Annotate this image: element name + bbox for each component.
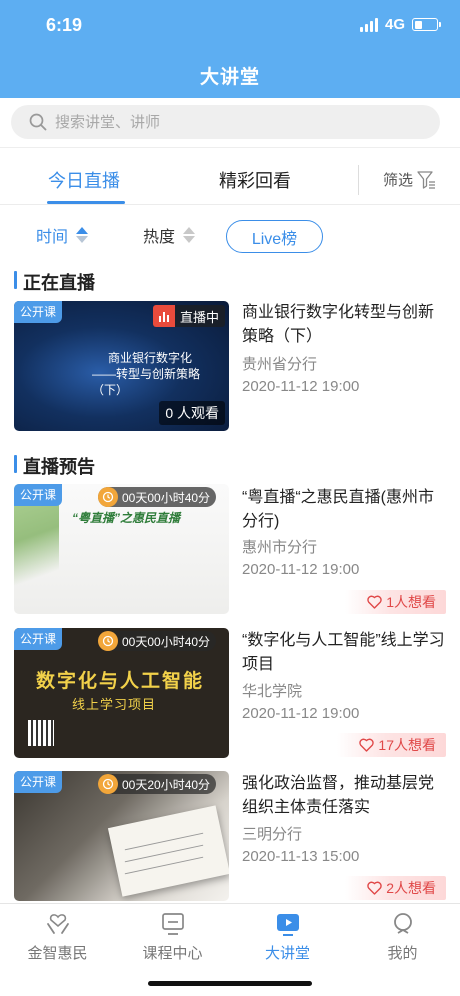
upcoming-course-card[interactable]: “粤直播”之惠民直播 公开课 00天00小时40分 “粤直播“之惠民直播(惠州市… bbox=[14, 484, 446, 616]
section-title-live-now: 正在直播 bbox=[14, 269, 95, 295]
public-course-badge: 公开课 bbox=[14, 628, 63, 650]
sort-time-label: 时间 bbox=[36, 229, 69, 246]
page-title: 大讲堂 bbox=[199, 67, 260, 88]
upcoming-course-card[interactable]: 公开课 00天20小时40分 强化政治监督，推动基层党组织主体责任落实 三明分行… bbox=[14, 771, 446, 903]
battery-icon bbox=[412, 18, 441, 31]
course-title: 强化政治监督，推动基层党组织主体责任落实 bbox=[242, 775, 435, 816]
countdown-badge: 00天00小时40分 bbox=[98, 631, 217, 651]
public-course-badge: 公开课 bbox=[14, 771, 63, 793]
thumbnail-text: 商业银行数字化 ——转型与创新策略（下） bbox=[92, 351, 201, 397]
thumbnail-text: “粤直播”之惠民直播 bbox=[72, 511, 181, 525]
search-box[interactable] bbox=[11, 105, 440, 139]
search-input[interactable] bbox=[55, 113, 395, 131]
tab-divider bbox=[358, 165, 359, 195]
header-bar: 6:19 4G 大讲堂 bbox=[0, 0, 460, 98]
live-status-badge: 直播中 bbox=[152, 305, 225, 327]
tabbar-item-lecture-hall[interactable]: 大讲堂 bbox=[230, 910, 345, 963]
clock-icon bbox=[98, 774, 118, 794]
course-time: 2020-11-12 19:00 bbox=[242, 705, 360, 722]
live-bars-icon bbox=[152, 305, 175, 327]
live-rank-button[interactable]: Live榜 bbox=[226, 220, 323, 253]
search-icon bbox=[29, 113, 47, 131]
clock-icon bbox=[98, 631, 118, 651]
monitor-icon bbox=[115, 910, 230, 938]
network-type: 4G bbox=[384, 16, 405, 33]
filter-icon bbox=[417, 170, 436, 189]
course-thumbnail: 商业银行数字化 ——转型与创新策略（下） 公开课 直播中 0 人观看 bbox=[14, 301, 229, 431]
countdown-badge: 00天00小时40分 bbox=[98, 487, 217, 507]
heart-icon bbox=[359, 738, 375, 752]
search-bar bbox=[0, 98, 460, 148]
course-organization: 华北学院 bbox=[242, 683, 303, 700]
heart-icon bbox=[367, 595, 382, 609]
course-thumbnail: “粤直播”之惠民直播 公开课 00天00小时40分 bbox=[14, 484, 229, 614]
course-organization: 惠州市分行 bbox=[242, 539, 318, 556]
filter-button[interactable]: 筛选 bbox=[383, 169, 437, 190]
public-course-badge: 公开课 bbox=[14, 484, 63, 506]
status-indicators: 4G bbox=[359, 16, 441, 33]
thumbnail-subtitle-text: 线上学习项目 bbox=[72, 697, 157, 712]
video-play-icon bbox=[230, 910, 345, 938]
filter-label: 筛选 bbox=[383, 172, 414, 189]
tabbar-item-course-center[interactable]: 课程中心 bbox=[115, 910, 230, 963]
sort-heat-label: 热度 bbox=[143, 229, 176, 246]
course-time: 2020-11-13 15:00 bbox=[242, 848, 360, 865]
public-course-badge: 公开课 bbox=[14, 301, 63, 323]
course-time: 2020-11-12 19:00 bbox=[242, 561, 360, 578]
viewer-count: 0 人观看 bbox=[159, 401, 225, 425]
want-to-watch-button[interactable]: 2人想看 bbox=[345, 876, 446, 900]
course-title: “数字化与人工智能”线上学习项目 bbox=[242, 632, 445, 673]
upcoming-course-card[interactable]: 数字化与人工智能 线上学习项目 公开课 00天00小时40分 “数字化与人工智能… bbox=[14, 628, 446, 760]
sort-arrows-icon bbox=[76, 227, 89, 243]
clock-icon bbox=[98, 487, 118, 507]
thumbnail-title-text: 数字化与人工智能 bbox=[36, 671, 205, 692]
tabbar-item-jinzhi[interactable]: 金智惠民 bbox=[0, 910, 115, 963]
live-course-card[interactable]: 商业银行数字化 ——转型与创新策略（下） 公开课 直播中 0 人观看 商业银行数… bbox=[14, 301, 446, 433]
course-organization: 贵州省分行 bbox=[242, 356, 318, 373]
want-to-watch-button[interactable]: 17人想看 bbox=[337, 733, 446, 757]
course-organization: 三明分行 bbox=[242, 826, 303, 843]
qr-code-icon bbox=[28, 720, 54, 746]
hands-heart-icon bbox=[0, 910, 115, 938]
sort-by-heat[interactable]: 热度 bbox=[143, 223, 196, 247]
sort-by-time[interactable]: 时间 bbox=[36, 223, 89, 247]
tab-replay[interactable]: 精彩回看 bbox=[219, 167, 291, 193]
tab-today-live[interactable]: 今日直播 bbox=[48, 167, 120, 193]
tabbar-item-mine[interactable]: 我的 bbox=[345, 910, 460, 963]
active-tab-indicator bbox=[47, 201, 125, 204]
user-icon bbox=[345, 910, 460, 938]
signal-icon bbox=[359, 17, 378, 32]
course-title: 商业银行数字化转型与创新策略（下） bbox=[242, 304, 435, 345]
app-root: 6:19 4G 大讲堂 今日直播 精彩回看 筛选 时间 bbox=[0, 0, 460, 996]
course-time: 2020-11-12 19:00 bbox=[242, 378, 360, 395]
course-thumbnail: 数字化与人工智能 线上学习项目 公开课 00天00小时40分 bbox=[14, 628, 229, 758]
main-tabs: 今日直播 精彩回看 筛选 bbox=[0, 149, 460, 205]
sort-arrows-icon bbox=[183, 227, 196, 243]
home-indicator bbox=[148, 981, 312, 986]
countdown-badge: 00天20小时40分 bbox=[98, 774, 217, 794]
course-title: “粤直播“之惠民直播(惠州市分行) bbox=[242, 489, 434, 530]
want-to-watch-button[interactable]: 1人想看 bbox=[345, 590, 446, 614]
heart-icon bbox=[367, 881, 382, 895]
status-time: 6:19 bbox=[46, 15, 83, 35]
section-title-upcoming: 直播预告 bbox=[14, 453, 95, 479]
sort-row: 时间 热度 Live榜 bbox=[0, 206, 460, 262]
course-thumbnail: 公开课 00天20小时40分 bbox=[14, 771, 229, 901]
